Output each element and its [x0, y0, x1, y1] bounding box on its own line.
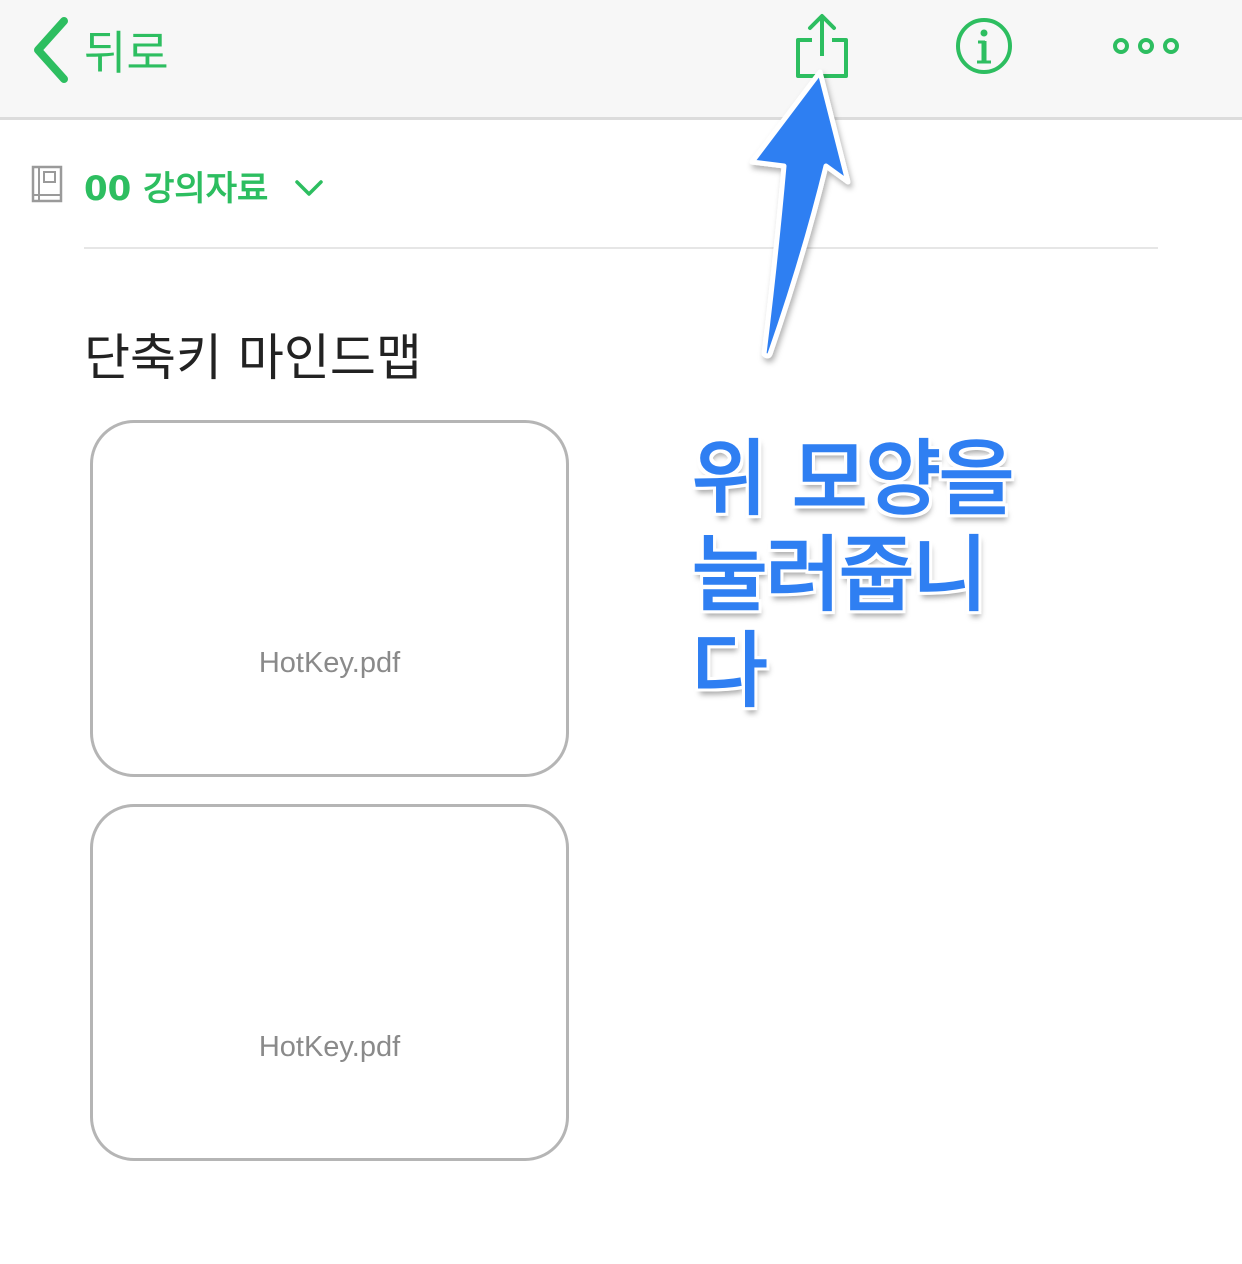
- annotation-text: 위 모양을 눌러줍니 다: [692, 432, 1032, 720]
- attachment-card[interactable]: HotKey.pdf: [90, 420, 569, 777]
- page: 뒤로 00 강의자료 단축키 마인드맵 HotKey.pdf HotKey.pd…: [0, 0, 1242, 1264]
- arrow-up-icon: [749, 69, 851, 359]
- back-button[interactable]: 뒤로: [30, 14, 169, 86]
- back-label: 뒤로: [84, 26, 169, 80]
- chevron-down-icon: [295, 180, 324, 196]
- annotation-line: 눌러줍니: [692, 528, 988, 623]
- attachment-filename: HotKey.pdf: [258, 1031, 401, 1063]
- note-title[interactable]: 단축키 마인드맵: [84, 318, 422, 390]
- annotation-line: 다: [692, 624, 767, 719]
- notebook-icon: [31, 165, 63, 203]
- attachment-card[interactable]: HotKey.pdf: [90, 804, 569, 1161]
- chevron-left-icon: [34, 17, 68, 83]
- info-button[interactable]: [944, 6, 1024, 86]
- more-button[interactable]: [1106, 6, 1186, 86]
- top-navbar: 뒤로: [0, 0, 1242, 120]
- info-icon: [956, 18, 1012, 74]
- annotation-line: 위 모양을: [692, 432, 1014, 527]
- more-icon: [1113, 38, 1179, 54]
- attachment-filename: HotKey.pdf: [258, 647, 401, 679]
- notebook-name: 00 강의자료: [84, 168, 269, 209]
- notebook-selector[interactable]: 00 강의자료: [30, 160, 324, 210]
- divider: [84, 247, 1158, 249]
